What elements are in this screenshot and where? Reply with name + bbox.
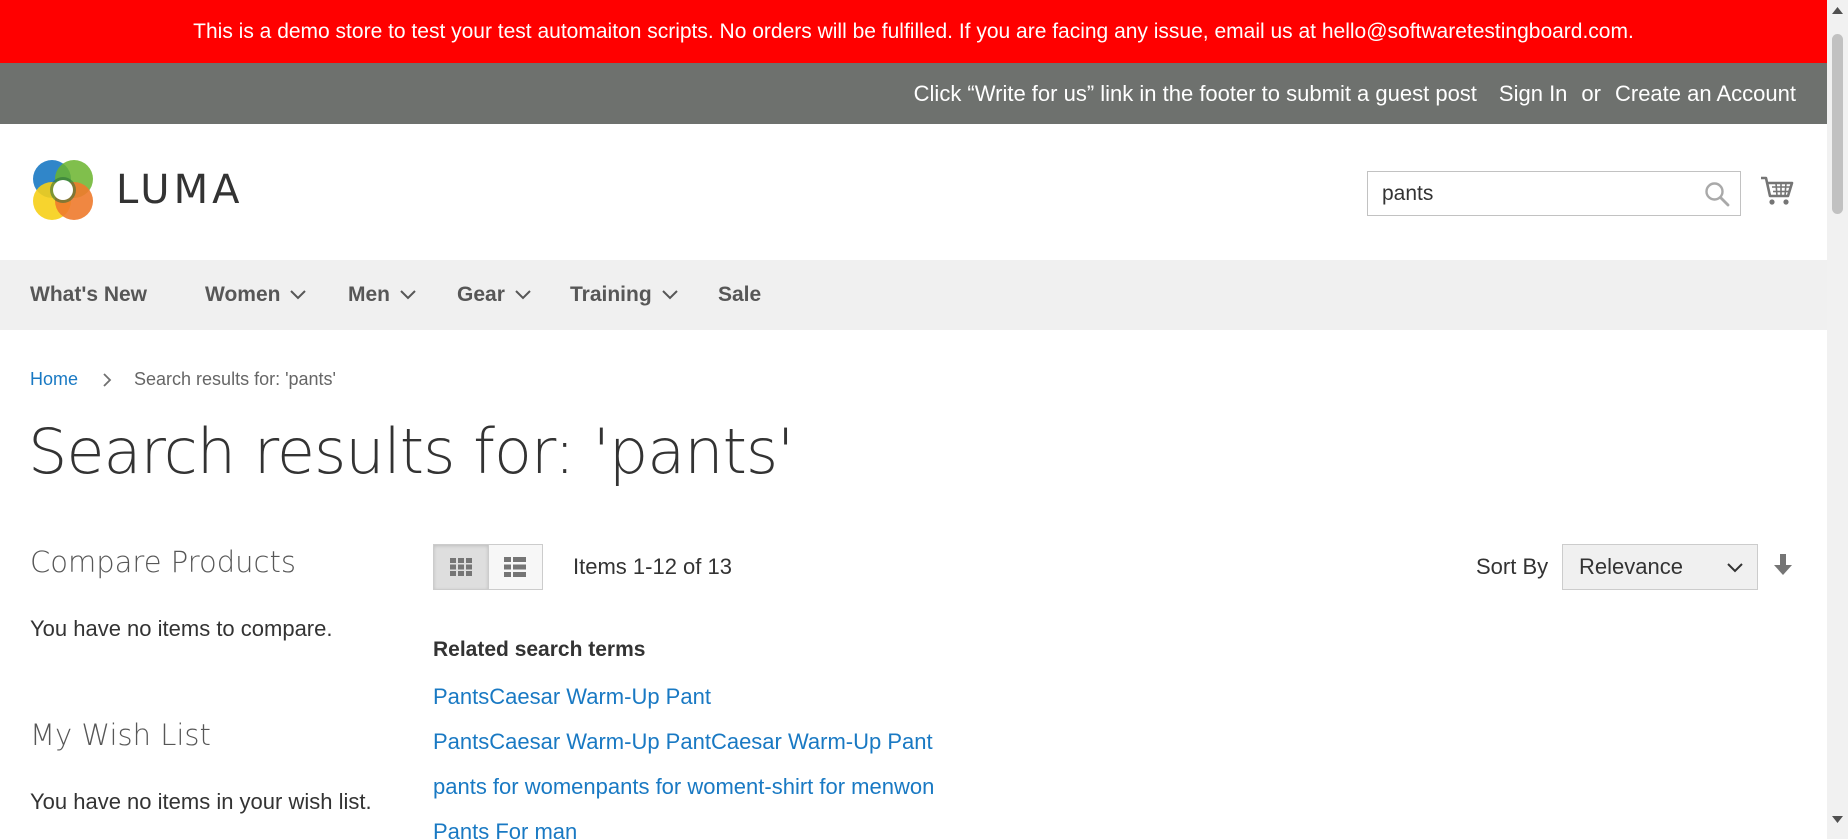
list-icon	[504, 557, 527, 577]
compare-products-title: Compare Products	[30, 545, 296, 579]
site-header: LUMA	[0, 124, 1827, 260]
luma-logo[interactable]: LUMA	[30, 157, 243, 223]
nav-item-label: Sale	[718, 283, 762, 306]
nav-item-whats-new[interactable]: What's New	[30, 260, 147, 330]
scroll-down-arrow-icon[interactable]	[1832, 816, 1843, 824]
main-navigation: What's New Women Men Gear Training Sale	[0, 260, 1827, 330]
nav-item-label: Gear	[457, 283, 505, 306]
wishlist-empty-text: You have no items in your wish list.	[30, 789, 372, 814]
scrollbar-thumb[interactable]	[1832, 34, 1843, 214]
sort-by-label: Sort By	[1476, 554, 1549, 579]
wishlist-title: My Wish List	[30, 718, 211, 752]
chevron-down-icon	[400, 290, 416, 300]
related-search-term-link[interactable]: PantsCaesar Warm-Up PantCaesar Warm-Up P…	[433, 729, 933, 755]
demo-notice-banner: This is a demo store to test your test a…	[0, 0, 1827, 63]
nav-item-label: Men	[348, 283, 390, 306]
breadcrumb: Home Search results for: 'pants'	[30, 369, 336, 390]
nav-item-gear[interactable]: Gear	[457, 260, 531, 330]
demo-notice-text: This is a demo store to test your test a…	[193, 19, 1634, 43]
search-box	[1367, 171, 1741, 216]
sort-by-select[interactable]: Relevance	[1562, 544, 1758, 590]
list-view-button[interactable]	[488, 544, 543, 590]
chevron-down-icon	[290, 290, 307, 300]
guest-post-notice: Click “Write for us” link in the footer …	[913, 80, 1477, 106]
related-search-term-link[interactable]: pants for womenpants for woment-shirt fo…	[433, 774, 934, 800]
breadcrumb-current: Search results for: 'pants'	[134, 369, 336, 389]
related-search-terms-title: Related search terms	[433, 638, 646, 661]
search-icon[interactable]	[1704, 181, 1730, 207]
nav-item-label: What's New	[30, 283, 148, 306]
luma-logo-icon	[33, 160, 93, 220]
related-search-term-link[interactable]: PantsCaesar Warm-Up Pant	[433, 684, 711, 710]
create-account-link[interactable]: Create an Account	[1615, 81, 1796, 107]
or-separator: or	[1581, 80, 1601, 106]
nav-item-label: Women	[205, 283, 281, 306]
scroll-up-arrow-icon[interactable]	[1832, 6, 1843, 14]
sign-in-link[interactable]: Sign In	[1499, 81, 1568, 107]
page: This is a demo store to test your test a…	[0, 0, 1827, 839]
sort-by-value: Relevance	[1579, 554, 1683, 579]
view-mode-switcher	[433, 544, 543, 590]
page-title: Search results for: 'pants'	[28, 415, 794, 488]
grid-view-button[interactable]	[433, 544, 489, 590]
nav-item-women[interactable]: Women	[205, 260, 307, 330]
nav-item-label: Training	[570, 283, 652, 306]
related-search-term-link[interactable]: Pants For man	[433, 819, 577, 839]
chevron-right-icon	[103, 372, 112, 387]
breadcrumb-home-link[interactable]: Home	[30, 369, 78, 390]
search-input[interactable]	[1368, 172, 1688, 215]
logo-text: LUMA	[116, 167, 244, 213]
page-scrollbar[interactable]	[1827, 0, 1848, 839]
cart-icon[interactable]	[1760, 174, 1794, 208]
chevron-down-icon	[1727, 563, 1743, 573]
sort-direction-arrow-icon[interactable]	[1774, 553, 1792, 577]
grid-icon	[449, 558, 472, 576]
compare-empty-text: You have no items to compare.	[30, 616, 333, 641]
chevron-down-icon	[515, 290, 531, 300]
nav-item-training[interactable]: Training	[570, 260, 678, 330]
nav-item-sale[interactable]: Sale	[718, 260, 761, 330]
top-bar: Click “Write for us” link in the footer …	[0, 63, 1827, 124]
chevron-down-icon	[661, 290, 678, 300]
toolbar-item-count: Items 1-12 of 13	[573, 554, 732, 579]
nav-item-men[interactable]: Men	[348, 260, 416, 330]
